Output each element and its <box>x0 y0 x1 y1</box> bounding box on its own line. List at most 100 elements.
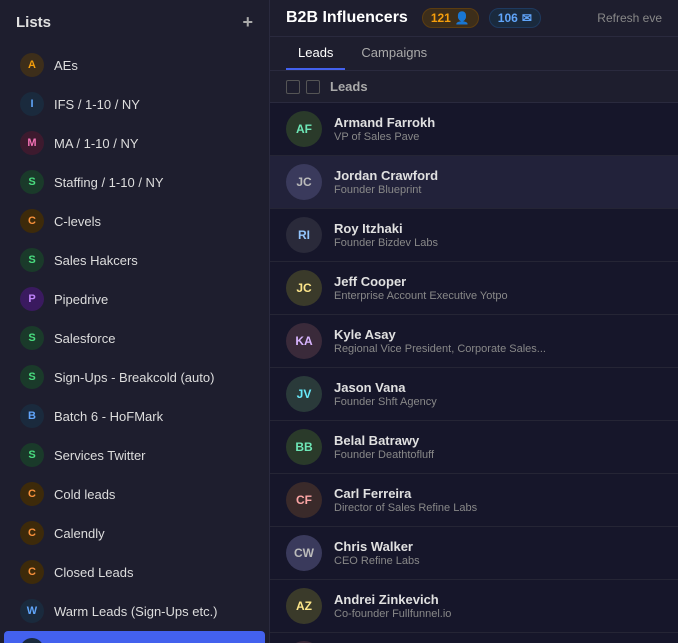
lead-job-title: CEO Refine Labs <box>334 555 614 567</box>
lead-avatar: JC <box>286 270 322 306</box>
select-all-checkbox-2[interactable] <box>306 80 320 94</box>
lead-info: Jason Vana Founder Shft Agency <box>334 380 651 408</box>
tab-leads[interactable]: Leads <box>286 37 345 70</box>
sidebar-item-batch6[interactable]: B Batch 6 - HoFMark ⋮ <box>4 397 265 435</box>
topbar: B2B Influencers 121 👤 106 ✉ Refresh eve <box>270 0 678 37</box>
list-item-label: Sign-Ups - Breakcold (auto) <box>54 370 229 385</box>
lead-name: Jeff Cooper <box>334 274 651 289</box>
lead-avatar-initials: JC <box>296 175 311 189</box>
main-panel: B2B Influencers 121 👤 106 ✉ Refresh eve … <box>270 0 678 643</box>
list-avatar: I <box>20 92 44 116</box>
list-title: B2B Influencers <box>286 9 408 27</box>
lead-avatar-initials: KA <box>295 334 312 348</box>
lead-avatar: RI <box>286 217 322 253</box>
refresh-button[interactable]: Refresh eve <box>597 11 662 25</box>
list-avatar: C <box>20 209 44 233</box>
lead-row[interactable]: KA Kyle Asay Regional Vice President, Co… <box>270 315 678 368</box>
list-avatar: C <box>20 521 44 545</box>
list-avatar: A <box>20 53 44 77</box>
sidebar-item-calendly[interactable]: C Calendly ⋮ <box>4 514 265 552</box>
list-item-label: Services Twitter <box>54 448 229 463</box>
lead-avatar-initials: JV <box>297 387 312 401</box>
lead-job-title: Director of Sales Refine Labs <box>334 502 614 514</box>
lead-row[interactable]: JC Jordan Crawford Founder Blueprint + <box>270 156 678 209</box>
sidebar-item-salesforce[interactable]: S Salesforce ⋮ <box>4 319 265 357</box>
lead-job-title: Regional Vice President, Corporate Sales… <box>334 343 614 355</box>
lead-row[interactable]: JC Jeff Cooper Enterprise Account Execut… <box>270 262 678 315</box>
badge-leads-count: 121 👤 <box>422 8 479 28</box>
lead-job-title: Enterprise Account Executive Yotpo <box>334 290 614 302</box>
sidebar-item-pipedrive[interactable]: P Pipedrive ⋮ <box>4 280 265 318</box>
sidebar-item-closedleads[interactable]: C Closed Leads ⋮ <box>4 553 265 591</box>
list-item-label: Sales Hakcers <box>54 253 229 268</box>
lead-info: Armand Farrokh VP of Sales Pave <box>334 115 651 143</box>
sidebar-title: Lists <box>16 14 51 31</box>
lead-avatar: AF <box>286 111 322 147</box>
lead-row[interactable]: JV Jason Vana Founder Shft Agency + <box>270 368 678 421</box>
lead-avatar: CW <box>286 535 322 571</box>
lead-row[interactable]: CW Chris Walker CEO Refine Labs + <box>270 527 678 580</box>
sidebar-item-clevels[interactable]: C C-levels ⋮ <box>4 202 265 240</box>
sidebar-item-signups[interactable]: S Sign-Ups - Breakcold (auto) ⋮ <box>4 358 265 396</box>
lead-avatar: JC <box>286 164 322 200</box>
badge-emails-count: 106 ✉ <box>489 8 541 28</box>
lead-avatar-initials: AF <box>296 122 312 136</box>
lead-name: Jordan Crawford <box>334 168 651 183</box>
list-item-label: AEs <box>54 58 229 73</box>
lead-avatar: JV <box>286 376 322 412</box>
list-avatar: S <box>20 248 44 272</box>
sidebar-item-coldleads[interactable]: C Cold leads ⋮ <box>4 475 265 513</box>
lead-name: Chris Walker <box>334 539 651 554</box>
leads-column-header: Leads <box>330 79 368 94</box>
list-item-label: Closed Leads <box>54 565 229 580</box>
list-item-label: Batch 6 - HoFMark <box>54 409 229 424</box>
lead-row[interactable]: RI Roy Itzhaki Founder Bizdev Labs + <box>270 209 678 262</box>
lead-info: Chris Walker CEO Refine Labs <box>334 539 651 567</box>
lead-row[interactable]: CF Carl Ferreira Director of Sales Refin… <box>270 474 678 527</box>
lead-info: Andrei Zinkevich Co-founder Fullfunnel.i… <box>334 592 651 620</box>
list-avatar: C <box>20 560 44 584</box>
lead-row[interactable]: AF Armand Farrokh VP of Sales Pave + <box>270 103 678 156</box>
select-all-checkbox[interactable] <box>286 80 300 94</box>
sidebar-item-ifs[interactable]: I IFS / 1-10 / NY ⋮ <box>4 85 265 123</box>
lead-row[interactable]: BB Belal Batrawy Founder Deathtofluff + <box>270 421 678 474</box>
list-avatar: W <box>20 599 44 623</box>
list-avatar: M <box>20 131 44 155</box>
lead-name: Andrei Zinkevich <box>334 592 651 607</box>
lead-avatar: AZ <box>286 588 322 624</box>
list-avatar: S <box>20 443 44 467</box>
list-item-label: Salesforce <box>54 331 229 346</box>
lead-job-title: VP of Sales Pave <box>334 131 614 143</box>
list-avatar: C <box>20 482 44 506</box>
list-avatar: B <box>20 404 44 428</box>
lead-job-title: Founder Shft Agency <box>334 396 614 408</box>
list-avatar: S <box>20 365 44 389</box>
badge-emails-number: 106 <box>498 11 518 25</box>
list-item-label: Calendly <box>54 526 229 541</box>
lead-info: Jeff Cooper Enterprise Account Executive… <box>334 274 651 302</box>
sidebar: Lists + A AEs ⋮ I IFS / 1-10 / NY ⋮ M MA… <box>0 0 270 643</box>
lead-avatar-initials: CW <box>294 546 314 560</box>
list-item-label: IFS / 1-10 / NY <box>54 97 229 112</box>
sidebar-item-staffing[interactable]: S Staffing / 1-10 / NY ⋮ <box>4 163 265 201</box>
tab-bar: Leads Campaigns <box>270 37 678 71</box>
sidebar-item-ma[interactable]: M MA / 1-10 / NY ⋮ <box>4 124 265 162</box>
tab-campaigns[interactable]: Campaigns <box>349 37 439 70</box>
lead-job-title: Co-founder Fullfunnel.io <box>334 608 614 620</box>
badge-leads-icon: 👤 <box>455 11 470 25</box>
list-avatar: S <box>20 170 44 194</box>
lead-job-title: Founder Deathtofluff <box>334 449 614 461</box>
list-avatar: B <box>20 638 44 643</box>
lead-job-title: Founder Blueprint <box>334 184 614 196</box>
sidebar-item-b2b[interactable]: B B2B Influencers ⋮ <box>4 631 265 643</box>
lead-info: Jordan Crawford Founder Blueprint <box>334 168 651 196</box>
sidebar-item-warmleads[interactable]: W Warm Leads (Sign-Ups etc.) ⋮ <box>4 592 265 630</box>
sidebar-item-services[interactable]: S Services Twitter ⋮ <box>4 436 265 474</box>
leads-table: AF Armand Farrokh VP of Sales Pave + JC … <box>270 103 678 643</box>
lead-row[interactable]: CR Chris Ritson Co-Founder + CEO Stealth… <box>270 633 678 643</box>
lead-row[interactable]: AZ Andrei Zinkevich Co-founder Fullfunne… <box>270 580 678 633</box>
list-item-label: MA / 1-10 / NY <box>54 136 229 151</box>
sidebar-item-saleshackers[interactable]: S Sales Hakcers ⋮ <box>4 241 265 279</box>
sidebar-item-aes[interactable]: A AEs ⋮ <box>4 46 265 84</box>
add-list-button[interactable]: + <box>242 12 253 33</box>
